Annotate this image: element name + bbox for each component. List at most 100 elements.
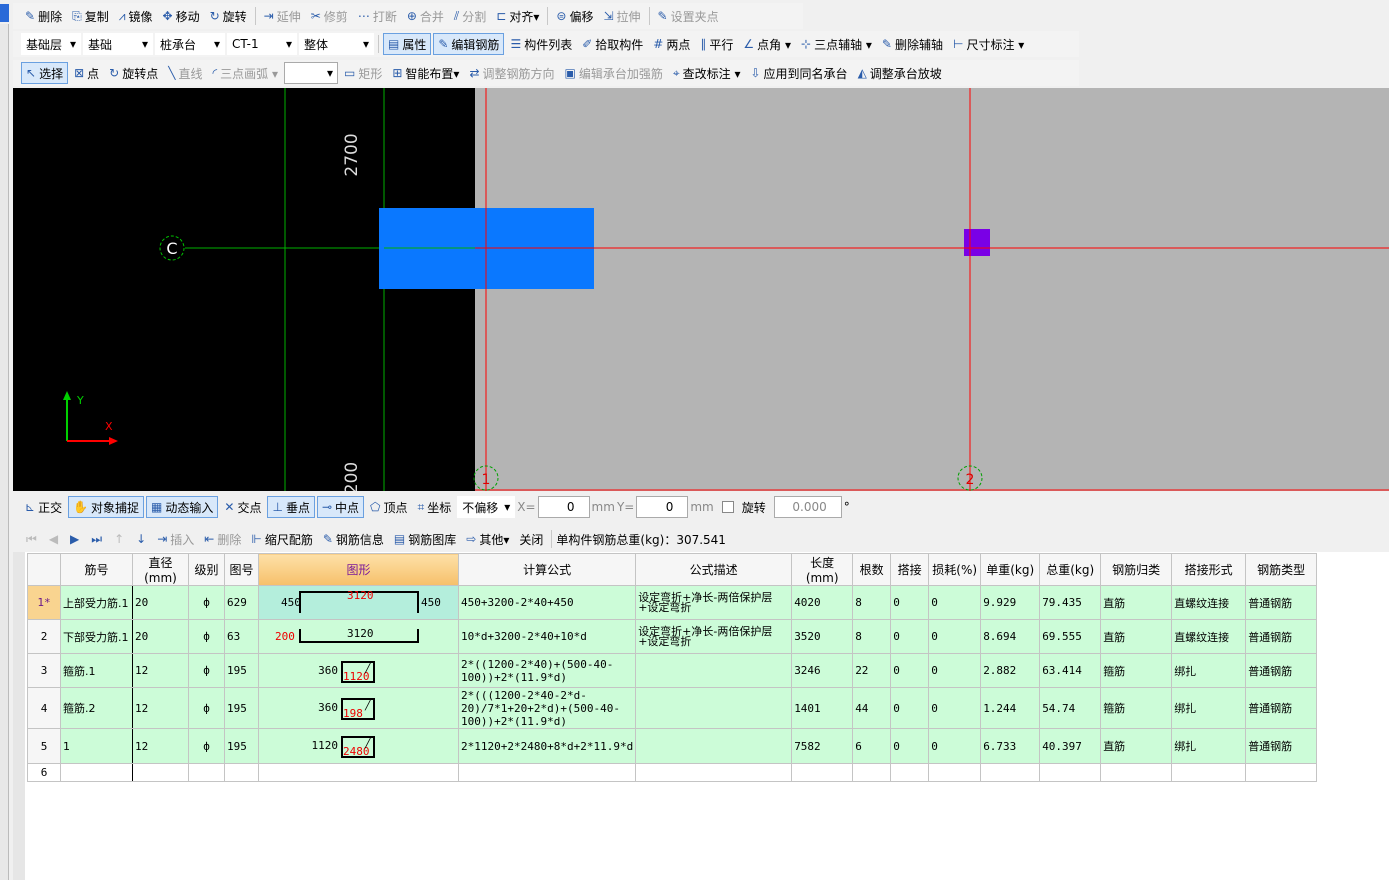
btn-rotate[interactable]: ↻ 旋转 <box>206 5 251 27</box>
cell-type[interactable]: 普通钢筋 <box>1245 728 1318 764</box>
cell-d[interactable]: 20 <box>132 585 189 620</box>
cell-name[interactable]: 上部受力筋.1 <box>60 585 133 620</box>
cell-shape[interactable]: 360 1120 ╱ <box>258 653 459 688</box>
table-row[interactable]: 4 箍筋.2 12 ф 195 360 198 ╱ 2*(((1200-2*40-2*d-20)… <box>27 687 1318 729</box>
cell-unit[interactable]: 8.694 <box>980 619 1041 654</box>
cell-formula[interactable]: 10*d+3200-2*40+10*d <box>457 619 637 654</box>
row-number[interactable]: 1* <box>27 585 61 620</box>
btn-close[interactable]: 关闭 <box>515 528 547 550</box>
btn-insert[interactable]: ⇥ 插入 <box>153 528 198 550</box>
cell-formula[interactable] <box>457 763 637 782</box>
cell-lapType[interactable]: 直螺纹连接 <box>1171 585 1247 620</box>
cell-grade[interactable]: ф <box>188 585 225 620</box>
layer-select-0[interactable]: 基础层 ▾ <box>21 33 81 55</box>
btn-extend[interactable]: ⇥ 延伸 <box>260 5 305 27</box>
cell-fig[interactable]: 195 <box>224 687 259 729</box>
cell-total[interactable]: 79.435 <box>1039 585 1102 620</box>
cell-desc[interactable]: 设定弯折+净长-两倍保护层+设定弯折 <box>635 619 793 654</box>
cell-name[interactable]: 1 <box>60 728 133 764</box>
cell-d[interactable]: 12 <box>132 687 189 729</box>
btn-perpendicular[interactable]: ⊥ 垂点 <box>267 496 315 518</box>
btn-arc[interactable]: ◜ 三点画弧 ▾ <box>208 62 282 84</box>
cell-lap[interactable]: 0 <box>890 687 930 729</box>
cell-cat[interactable]: 箍筋 <box>1100 687 1173 729</box>
btn-rectangle[interactable]: ▭ 矩形 <box>340 62 386 84</box>
cell-cat[interactable]: 直筋 <box>1100 585 1173 620</box>
cell-total[interactable]: 54.74 <box>1039 687 1102 729</box>
column-header[interactable]: 长度(mm) <box>791 553 854 586</box>
cell-loss[interactable]: 0 <box>928 585 982 620</box>
column-header[interactable]: 图号 <box>224 553 259 586</box>
cell-total[interactable]: 69.555 <box>1039 619 1102 654</box>
arc-type-select[interactable]: ▾ <box>283 62 338 84</box>
column-header[interactable] <box>27 553 61 586</box>
column-header[interactable]: 计算公式 <box>457 553 637 586</box>
cell-fig[interactable]: 63 <box>224 619 259 654</box>
cell-lap[interactable]: 0 <box>890 728 930 764</box>
cell-lap[interactable]: 0 <box>890 653 930 688</box>
first-icon[interactable]: ⏮ <box>21 532 42 547</box>
up-icon[interactable]: ↑ <box>109 532 129 546</box>
column-header[interactable]: 搭接形式 <box>1171 553 1247 586</box>
btn-coordinate[interactable]: ⌗ 坐标 <box>413 496 455 518</box>
cell-cat[interactable]: 直筋 <box>1100 619 1173 654</box>
cell-cat[interactable]: 箍筋 <box>1100 653 1173 688</box>
table-row[interactable]: 6 <box>27 763 1318 782</box>
btn-ortho[interactable]: ⊾ 正交 <box>21 496 66 518</box>
cell-grade[interactable]: ф <box>188 687 225 729</box>
btn-point-angle[interactable]: ∠ 点角 ▾ <box>739 33 795 55</box>
cell-formula[interactable]: 2*(((1200-2*40-2*d-20)/7*1+20+2*d)+(500-… <box>457 687 637 729</box>
cell-lap[interactable]: 0 <box>890 585 930 620</box>
btn-merge[interactable]: ⊕ 合并 <box>403 5 448 27</box>
cell-lapType[interactable]: 直螺纹连接 <box>1171 619 1247 654</box>
btn-dimension[interactable]: ⊢ 尺寸标注 ▾ <box>949 33 1028 55</box>
cell-desc[interactable] <box>635 763 793 782</box>
btn-edit-cap[interactable]: ▣ 编辑承台加强筋 <box>561 62 667 84</box>
cell-d[interactable]: 12 <box>132 653 189 688</box>
row-number[interactable]: 3 <box>27 653 61 688</box>
btn-line[interactable]: ╲ 直线 <box>164 62 206 84</box>
cell-d[interactable] <box>132 763 189 782</box>
cell-type[interactable]: 普通钢筋 <box>1245 585 1318 620</box>
cell-lapType[interactable]: 绑扎 <box>1171 687 1247 729</box>
cell-unit[interactable]: 1.244 <box>980 687 1041 729</box>
cell-desc[interactable] <box>635 687 793 729</box>
btn-adjust-direction[interactable]: ⇄ 调整钢筋方向 <box>465 62 558 84</box>
column-header[interactable]: 图形 <box>258 553 459 586</box>
btn-delete-aux[interactable]: ✎ 删除辅轴 <box>878 33 947 55</box>
cell-loss[interactable]: 0 <box>928 728 982 764</box>
cell-type[interactable]: 普通钢筋 <box>1245 653 1318 688</box>
cell-d[interactable]: 20 <box>132 619 189 654</box>
layer-select-1[interactable]: 基础 ▾ <box>83 33 153 55</box>
btn-pick-component[interactable]: ✐ 拾取构件 <box>578 33 647 55</box>
cell-len[interactable]: 7582 <box>791 728 854 764</box>
cell-desc[interactable]: 设定弯折+净长-两倍保护层+设定弯折 <box>635 585 793 620</box>
row-number[interactable]: 5 <box>27 728 61 764</box>
cell-d[interactable]: 12 <box>132 728 189 764</box>
cell-fig[interactable]: 195 <box>224 728 259 764</box>
btn-component-list[interactable]: ☰ 构件列表 <box>506 33 576 55</box>
cell-total[interactable]: 40.397 <box>1039 728 1102 764</box>
last-icon[interactable]: ⏭ <box>86 532 107 547</box>
cell-grade[interactable]: ф <box>188 619 225 654</box>
cell-count[interactable]: 6 <box>852 728 892 764</box>
cell-grade[interactable] <box>188 763 225 782</box>
cell-cat[interactable]: 直筋 <box>1100 728 1173 764</box>
column-header[interactable]: 损耗(%) <box>928 553 982 586</box>
cell-unit[interactable]: 2.882 <box>980 653 1041 688</box>
column-header[interactable]: 搭接 <box>890 553 930 586</box>
cell-count[interactable] <box>852 763 892 782</box>
btn-trim[interactable]: ✂ 修剪 <box>307 5 352 27</box>
btn-other[interactable]: ⇨ 其他▾ <box>462 528 513 550</box>
cell-name[interactable]: 下部受力筋.1 <box>60 619 133 654</box>
canvas-svg[interactable]: C 1 2 2700 200 Y X <box>13 88 1389 491</box>
row-number[interactable]: 6 <box>27 763 61 782</box>
down-icon[interactable]: ↓ <box>131 532 151 546</box>
btn-offset[interactable]: ⊜ 偏移 <box>552 5 597 27</box>
btn-apply-same[interactable]: ⇩ 应用到同名承台 <box>746 62 851 84</box>
left-edge-tab[interactable] <box>0 4 9 22</box>
cell-len[interactable]: 4020 <box>791 585 854 620</box>
btn-select[interactable]: ↖ 选择 <box>21 62 69 84</box>
x-input[interactable]: 0 <box>537 496 590 518</box>
btn-copy[interactable]: ⎘ 复制 <box>68 5 113 27</box>
